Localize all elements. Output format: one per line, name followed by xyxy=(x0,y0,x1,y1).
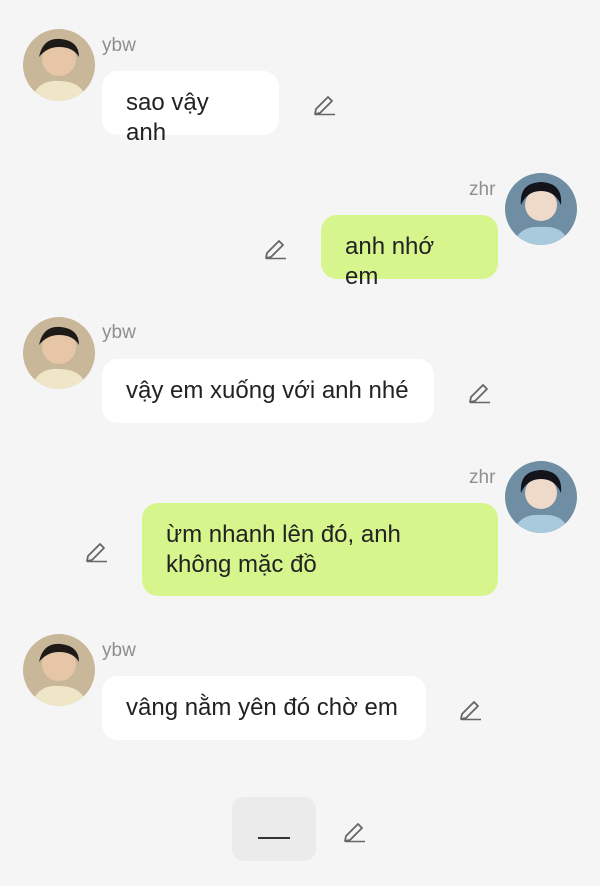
message-bubble[interactable]: anh nhớ em xyxy=(321,215,498,290)
sender-name: zhr xyxy=(469,179,496,200)
sender-name: ybw xyxy=(102,322,136,343)
pencil-edit-icon[interactable] xyxy=(458,695,484,721)
sender-name: ybw xyxy=(102,35,136,56)
avatar-zhr[interactable] xyxy=(505,173,577,245)
pencil-edit-icon[interactable] xyxy=(263,234,289,260)
avatar-zhr[interactable] xyxy=(505,461,577,533)
sender-name: ybw xyxy=(102,640,136,661)
chat-thread: ybw sao vậy anh zhr anh nhớ em ybw vậy e… xyxy=(0,0,600,886)
pencil-edit-icon[interactable] xyxy=(467,378,493,404)
pencil-edit-icon[interactable] xyxy=(84,537,110,563)
sender-name: zhr xyxy=(469,467,496,488)
message-bubble[interactable]: ừm nhanh lên đó, anh không mặc đồ xyxy=(142,503,498,596)
avatar-ybw[interactable] xyxy=(23,317,95,389)
avatar-ybw[interactable] xyxy=(23,634,95,706)
avatar-ybw[interactable] xyxy=(23,29,95,101)
message-line: ừm nhanh lên đó, anh xyxy=(166,521,401,548)
message-line: không mặc đồ xyxy=(166,551,317,578)
draft-message-bubble[interactable] xyxy=(232,797,316,861)
message-bubble[interactable]: vậy em xuống với anh nhé xyxy=(102,359,434,423)
pencil-edit-icon[interactable] xyxy=(312,90,338,116)
message-bubble[interactable]: vâng nằm yên đó chờ em xyxy=(102,676,426,740)
pencil-edit-icon[interactable] xyxy=(342,817,368,843)
message-bubble[interactable]: sao vậy anh xyxy=(102,71,279,146)
draft-placeholder-line xyxy=(258,837,290,839)
